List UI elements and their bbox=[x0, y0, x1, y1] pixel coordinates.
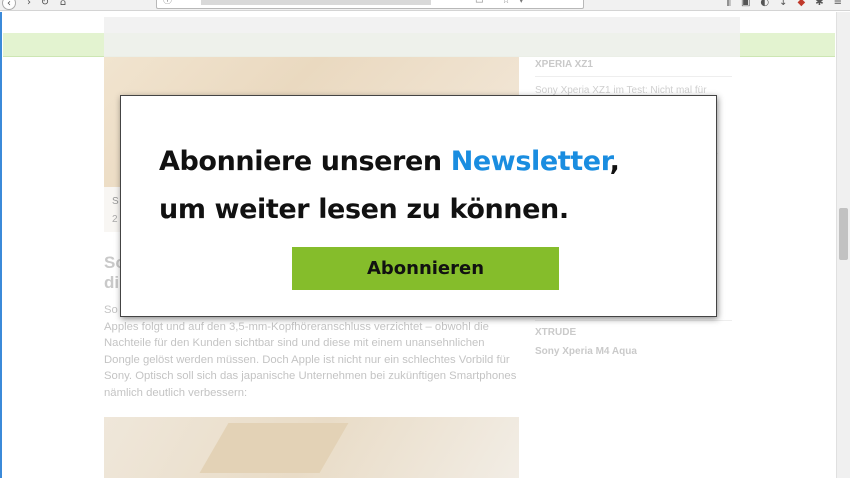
newsletter-modal: Abonniere unseren Newsletter, um weiter … bbox=[120, 95, 717, 317]
menu-icon[interactable]: ≡ bbox=[834, 0, 842, 9]
bookmark-icon[interactable]: ☆ bbox=[502, 0, 510, 7]
article-image[interactable] bbox=[104, 417, 519, 478]
toolbar-icons: ⫼ ▣ ◐ ↓ ◆ ✱ ≡ bbox=[726, 0, 842, 9]
sidebar-title[interactable]: XPERIA XZ1 bbox=[535, 59, 593, 70]
body-line: Apples folgt und auf den 3,5-mm-Kopfhöre… bbox=[104, 320, 489, 333]
addon-icon[interactable]: ✱ bbox=[815, 0, 823, 9]
sidebar-link[interactable]: Sony Xperia M4 Aqua bbox=[535, 346, 637, 357]
body-line: Nachteile für den Kunden sichtbar sind u… bbox=[104, 337, 485, 349]
modal-text-comma: , bbox=[609, 146, 620, 177]
body-line: Sony. Optisch soll sich das japanische U… bbox=[104, 370, 517, 382]
blurred-ad-area bbox=[104, 17, 740, 57]
modal-message: Abonniere unseren Newsletter, um weiter … bbox=[159, 138, 699, 234]
address-bar[interactable]: ⓘ ▭ ☆ ▾ bbox=[156, 0, 584, 9]
back-icon[interactable]: ‹ bbox=[2, 0, 16, 10]
phone-image-shape bbox=[199, 423, 349, 473]
forward-icon[interactable]: › bbox=[22, 0, 36, 10]
extension-icon[interactable]: ◐ bbox=[760, 0, 769, 9]
page-actions-icon[interactable]: ▭ bbox=[475, 0, 484, 7]
sidebar-link[interactable]: XTRUDE bbox=[535, 327, 576, 338]
window-edge bbox=[0, 12, 2, 478]
info-icon[interactable]: ⓘ bbox=[163, 0, 172, 7]
dropdown-icon[interactable]: ▾ bbox=[519, 0, 524, 7]
body-line: Dongle gelöst werden müssen. Doch Apple … bbox=[104, 353, 510, 366]
browser-toolbar: ‹ › ↻ ⌂ ⓘ ▭ ☆ ▾ ⫼ ▣ ◐ ↓ ◆ ✱ ≡ bbox=[0, 0, 850, 11]
sidebar-divider bbox=[535, 76, 732, 77]
newsletter-highlight: Newsletter bbox=[450, 146, 610, 177]
reader-icon[interactable]: ▣ bbox=[741, 0, 750, 9]
home-icon[interactable]: ⌂ bbox=[56, 0, 70, 10]
library-icon[interactable]: ⫼ bbox=[726, 0, 731, 9]
modal-text-before: Abonniere unseren bbox=[159, 146, 451, 177]
addon-red-icon[interactable]: ◆ bbox=[798, 0, 806, 9]
address-blurred bbox=[201, 0, 431, 5]
caption-fragment-2: 2 bbox=[112, 214, 118, 225]
sidebar-divider bbox=[535, 320, 732, 321]
subscribe-button[interactable]: Abonnieren bbox=[292, 247, 559, 290]
body-line: nämlich deutlich verbessern: bbox=[104, 386, 248, 399]
page-scrollbar[interactable] bbox=[836, 12, 850, 478]
modal-line-1: Abonniere unseren Newsletter, bbox=[159, 138, 699, 186]
modal-line-2: um weiter lesen zu können. bbox=[159, 194, 569, 225]
download-icon[interactable]: ↓ bbox=[779, 0, 787, 9]
reload-icon[interactable]: ↻ bbox=[38, 0, 52, 10]
caption-fragment: S bbox=[112, 196, 119, 207]
scrollbar-thumb[interactable] bbox=[839, 208, 848, 260]
